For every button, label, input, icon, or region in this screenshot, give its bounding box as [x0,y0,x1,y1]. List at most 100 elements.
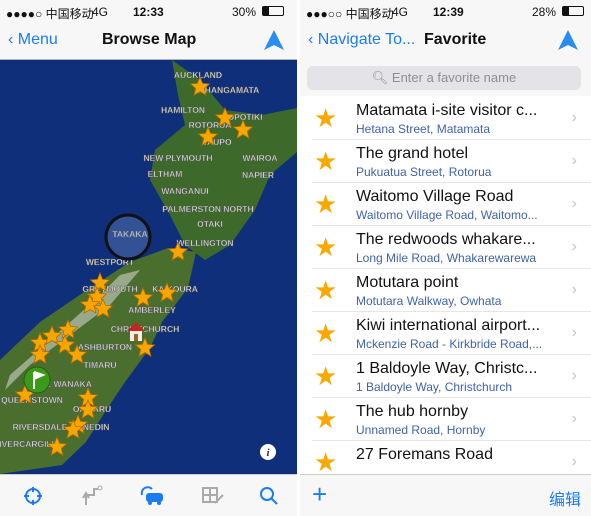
status-bar: ●●●●○ 中国移动 4G 12:33 30% [0,0,297,22]
network: 4G [92,5,109,19]
map-label: KAIKOURA [152,284,198,294]
chevron-right-icon: › [571,281,577,298]
add-button[interactable]: + [312,479,327,510]
map-label: QUEENSTOWN [1,395,63,405]
page-title: Browse Map [102,31,197,48]
map-label: WAIROA [243,153,278,163]
map-label: WELLINGTON [177,238,234,248]
chevron-right-icon: › [571,367,577,384]
chevron-right-icon: › [571,238,577,255]
network: 4G [392,5,409,19]
nav-bar: ‹ Navigate To... Favorite [300,22,591,60]
info-icon[interactable]: i [260,444,276,460]
favorite-title: The redwoods whakare... [356,231,536,248]
favorite-title: 1 Baldoyle Way, Christc... [356,360,538,377]
favorite-screen: ●●●○○ 中国移动 4G 12:39 28% ‹ Navigate To...… [300,0,591,516]
favorite-title: Motutara point [356,274,459,291]
favorite-title: The grand hotel [356,145,469,162]
chevron-right-icon: › [571,324,577,341]
star-icon: ★ [314,232,338,262]
star-icon: ★ [314,447,338,477]
favorite-title: Kiwi international airport... [356,317,541,334]
browse-map-screen: ●●●●○ 中国移动 4G 12:33 30% ‹ Menu Browse Ma… [0,0,297,516]
toolbar: + 编辑 [300,474,591,516]
star-icon: ★ [314,404,338,434]
favorite-row[interactable]: ★ Motutara point Motutara Walkway, Owhata › [312,269,591,312]
star-icon: ★ [314,146,338,176]
battery-percent: 28% [532,5,557,19]
favorite-subtitle: Pukuatua Street, Rotorua [356,165,492,179]
map-label: NEW PLYMOUTH [143,153,212,163]
map-label: AMBERLEY [128,305,176,315]
map-label: NAPIER [242,170,274,180]
favorite-title: Matamata i-site visitor c... [356,102,538,119]
favorite-subtitle: Long Mile Road, Whakarewarewa [356,251,537,265]
magnifier-lens[interactable] [104,213,152,261]
favorite-title: The hub hornby [356,403,469,420]
favorite-title: 27 Foremans Road [356,446,493,463]
chevron-right-icon: › [571,152,577,169]
navigation-arrow-icon[interactable] [263,29,285,51]
favorite-title: Waitomo Village Road [356,188,514,205]
favorite-row[interactable]: ★ 1 Baldoyle Way, Christc... 1 Baldoyle Wa… [312,355,591,398]
chevron-right-icon: › [571,109,577,126]
chevron-right-icon: › [571,410,577,427]
map-label: OPOTIKI [228,112,263,122]
nav-bar: ‹ Menu Browse Map [0,22,297,60]
favorite-row[interactable]: ★ Matamata i-site visitor c... Hetana Stre… [312,97,591,140]
favorite-row[interactable]: ★ The grand hotel Pukuatua Street, Rotorua… [312,140,591,183]
favorite-row[interactable]: ★ Kiwi international airport... Mckenzie R… [312,312,591,355]
map-label: HAMILTON [161,105,205,115]
favorite-subtitle: Unnamed Road, Hornby [356,423,486,437]
time: 12:39 [433,5,464,19]
back-button[interactable]: ‹ Menu [8,31,58,49]
navigation-arrow-icon[interactable] [557,29,579,51]
route-icon[interactable] [80,483,106,509]
car-icon[interactable] [140,483,166,509]
battery-percent: 30% [232,5,257,19]
map-label: GREYMOUTH [82,284,137,294]
favorite-subtitle: Waitomo Village Road, Waitomo... [356,208,538,222]
chevron-right-icon: › [571,195,577,212]
tab-bar [0,474,297,516]
star-icon: ★ [314,361,338,391]
map-label: WANGANUI [161,186,208,196]
carrier: ●●●●○ 中国移动 [6,7,94,21]
search-icon[interactable] [256,483,282,509]
locate-icon[interactable] [20,483,46,509]
favorite-subtitle: 1 Baldoyle Way, Christchurch [356,380,513,394]
favorite-row[interactable]: ★ Waitomo Village Road Waitomo Village Roa… [312,183,591,226]
battery-icon [262,6,284,16]
star-icon: ★ [314,318,338,348]
map-label: ELTHAM [148,169,183,179]
favorites-list[interactable]: ★ Matamata i-site visitor c... Hetana Stre… [300,97,591,484]
destination-flag-icon[interactable] [23,366,51,394]
map-label: PALMERSTON NORTH [162,204,253,214]
star-icon: ★ [314,189,338,219]
search-input[interactable]: 🔍︎ Enter a favorite name [307,66,581,90]
back-label: Navigate To... [317,31,416,48]
map-label: TIMARU [83,360,116,370]
carrier: ●●●○○ 中国移动 [306,7,394,21]
battery-icon [562,6,584,16]
star-icon: ★ [314,103,338,133]
map-view[interactable]: AUCKLANDWHANGAMATAHAMILTONROTORUAOPOTIKI… [0,60,297,474]
search-placeholder: Enter a favorite name [391,70,517,85]
map-label: RIVERSDALE [13,422,68,432]
page-title: Favorite [424,31,487,48]
map-label: CHRISTCHURCH [111,324,179,334]
back-label: Menu [17,31,58,48]
favorite-row[interactable]: ★ The hub hornby Unnamed Road, Hornby › [312,398,591,441]
favorite-subtitle: Hetana Street, Matamata [356,122,491,136]
manage-icon[interactable] [200,483,226,509]
favorite-subtitle: Mckenzie Road - Kirkbride Road,... [356,337,543,351]
edit-button[interactable]: 编辑 [549,486,581,510]
map-label: OTAKI [197,219,223,229]
map-label: AUCKLAND [174,70,222,80]
star-icon: ★ [314,275,338,305]
favorite-subtitle: Motutara Walkway, Owhata [356,294,502,308]
chevron-right-icon: › [571,453,577,470]
favorite-row[interactable]: ★ The redwoods whakare... Long Mile Road, … [312,226,591,269]
map-label: ASHBURTON [78,342,132,352]
back-button[interactable]: ‹ Navigate To... [308,31,415,49]
